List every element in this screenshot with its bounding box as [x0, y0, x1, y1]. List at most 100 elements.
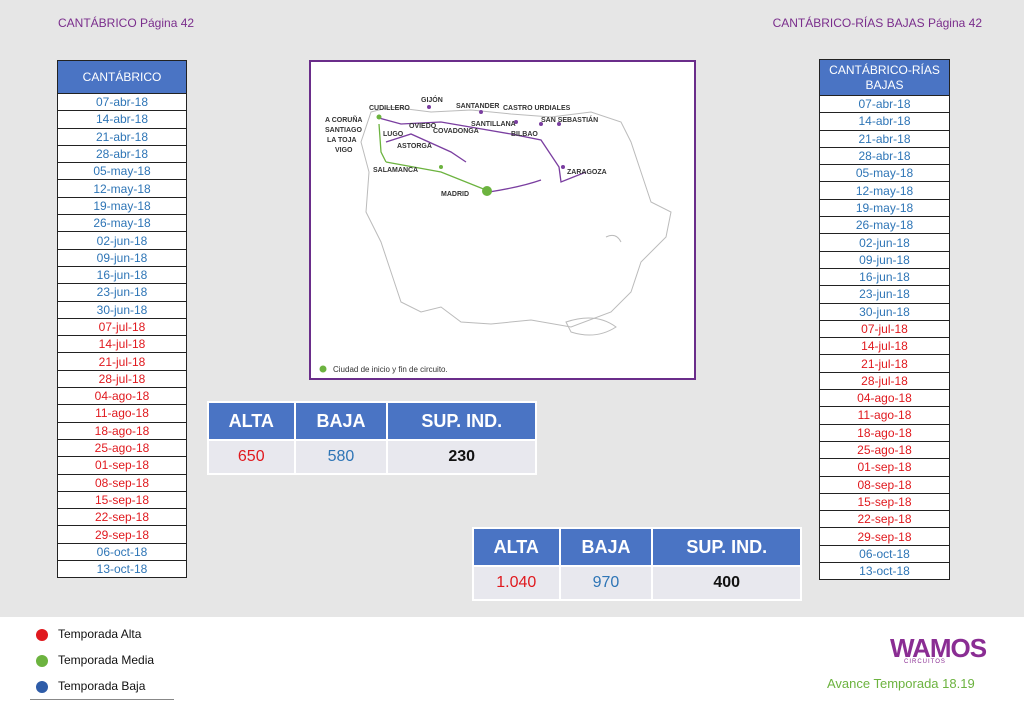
map-city-gijon: GIJÓN: [421, 95, 443, 104]
price2-header-sup: SUP. IND.: [651, 527, 802, 567]
date-cell: 12-may-18: [57, 179, 187, 198]
table-row: 22-sep-18: [57, 508, 187, 527]
legend-baja: Temporada Baja: [36, 679, 145, 693]
map-legend: Ciudad de inicio y fin de circuito.: [333, 365, 448, 374]
price-table-cantabrico: ALTA BAJA SUP. IND. 650 580 230: [207, 401, 537, 475]
table-row: 01-sep-18: [57, 456, 187, 475]
table-row: 08-sep-18: [819, 475, 950, 494]
table-row: 28-jul-18: [57, 369, 187, 389]
table-row: 28-abr-18: [819, 146, 950, 166]
header-right: CANTÁBRICO-RÍAS BAJAS Página 42: [772, 16, 982, 30]
table-row: 11-ago-18: [57, 404, 187, 423]
table-row: 06-oct-18: [57, 542, 187, 562]
table-row: 11-ago-18: [819, 406, 950, 425]
table-row: 05-may-18: [57, 162, 187, 181]
date-cell: 22-sep-18: [819, 510, 950, 529]
table-row: 18-ago-18: [819, 423, 950, 442]
date-cell: 06-oct-18: [819, 544, 950, 564]
date-cell: 26-may-18: [819, 216, 950, 235]
map-city-astorga: ASTORGA: [397, 143, 432, 150]
price1-sup: 230: [386, 439, 537, 475]
price2-baja: 970: [558, 565, 654, 601]
table-row: 21-jul-18: [57, 352, 187, 371]
date-cell: 14-abr-18: [57, 110, 187, 129]
green-dot-icon: [36, 654, 48, 667]
date-cell: 18-ago-18: [57, 421, 187, 440]
date-cell: 13-oct-18: [57, 560, 187, 579]
date-cell: 01-sep-18: [57, 456, 187, 475]
table-row: 22-sep-18: [819, 510, 950, 529]
route-map: GIJÓN CUDILLERO SANTANDER CASTRO URDIALE…: [309, 60, 696, 380]
date-cell: 21-jul-18: [57, 352, 187, 371]
date-cell: 25-ago-18: [819, 440, 950, 460]
date-cell: 15-sep-18: [819, 492, 950, 512]
table-row: 07-jul-18: [819, 319, 950, 339]
table-row: 18-ago-18: [57, 421, 187, 440]
date-cell: 29-sep-18: [57, 525, 187, 544]
table-row: 26-may-18: [819, 216, 950, 235]
date-cell: 12-may-18: [819, 181, 950, 200]
table-row: 19-may-18: [57, 196, 187, 216]
table-row: 14-abr-18: [57, 110, 187, 129]
date-cell: 04-ago-18: [57, 387, 187, 406]
map-city-cudillero: CUDILLERO: [369, 105, 410, 112]
blue-dot-icon: [36, 680, 48, 693]
date-cell: 18-ago-18: [819, 423, 950, 442]
table-row: 16-jun-18: [57, 265, 187, 285]
season-label: Avance Temporada 18.19: [827, 676, 975, 691]
table-row: 07-abr-18: [57, 92, 187, 112]
date-cell: 08-sep-18: [57, 473, 187, 492]
date-cell: 23-jun-18: [819, 285, 950, 304]
price2-header-alta: ALTA: [472, 527, 561, 567]
date-cell: 04-ago-18: [819, 389, 950, 408]
date-cell: 01-sep-18: [819, 458, 950, 477]
map-city-salamanca: SALAMANCA: [373, 167, 418, 174]
legend-baja-label: Temporada Baja: [58, 679, 146, 693]
date-cell: 22-sep-18: [57, 508, 187, 527]
table-row: 15-sep-18: [57, 490, 187, 510]
date-cell: 21-jul-18: [819, 354, 950, 373]
table-row: 04-ago-18: [819, 389, 950, 408]
map-city-madrid: MADRID: [441, 191, 469, 198]
price2-alta: 1.040: [472, 565, 561, 601]
table-row: 23-jun-18: [819, 285, 950, 304]
table-row: 30-jun-18: [819, 302, 950, 321]
date-cell: 05-may-18: [819, 164, 950, 183]
wamos-logo-sub: CIRCUITOS: [904, 659, 946, 665]
table-row: 28-abr-18: [57, 144, 187, 164]
date-cell: 14-jul-18: [819, 337, 950, 356]
date-cell: 26-may-18: [57, 214, 187, 233]
date-cell: 11-ago-18: [819, 406, 950, 425]
table-row: 04-ago-18: [57, 387, 187, 406]
table-row: 08-sep-18: [57, 473, 187, 492]
table-row: 29-sep-18: [819, 527, 950, 546]
date-cell: 23-jun-18: [57, 283, 187, 302]
table-row: 13-oct-18: [819, 562, 950, 581]
date-cell: 21-abr-18: [57, 127, 187, 146]
map-city-santander: SANTANDER: [456, 103, 499, 110]
legend-alta-label: Temporada Alta: [58, 627, 142, 641]
table-row: 07-jul-18: [57, 317, 187, 337]
rias-bajas-table-title: CANTÁBRICO-RÍAS BAJAS: [819, 59, 950, 96]
table-row: 21-abr-18: [57, 127, 187, 146]
date-cell: 28-jul-18: [819, 371, 950, 391]
table-row: 21-abr-18: [819, 129, 950, 148]
table-row: 07-abr-18: [819, 94, 950, 114]
date-cell: 19-may-18: [819, 198, 950, 218]
date-cell: 29-sep-18: [819, 527, 950, 546]
rias-title-line2: BAJAS: [865, 77, 904, 92]
table-row: 25-ago-18: [819, 440, 950, 460]
date-cell: 13-oct-18: [819, 562, 950, 581]
table-row: 15-sep-18: [819, 492, 950, 512]
table-row: 14-jul-18: [819, 337, 950, 356]
date-cell: 02-jun-18: [57, 231, 187, 250]
legend-divider: [30, 699, 174, 700]
date-cell: 19-may-18: [57, 196, 187, 216]
price1-baja: 580: [293, 439, 389, 475]
price1-header-sup: SUP. IND.: [386, 401, 537, 441]
table-row: 02-jun-18: [57, 231, 187, 250]
table-row: 16-jun-18: [819, 267, 950, 287]
map-city-san-sebastian: SAN SEBASTIÁN: [541, 115, 598, 124]
map-city-bilbao: BILBAO: [511, 131, 538, 138]
map-city-castro-urdiales: CASTRO URDIALES: [503, 105, 571, 112]
